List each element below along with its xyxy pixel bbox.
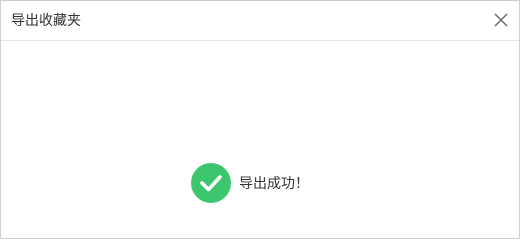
dialog-content: 导出成功！: [1, 41, 519, 238]
check-circle-icon: [191, 163, 231, 203]
close-icon: [494, 13, 508, 27]
dialog-titlebar: 导出收藏夹: [1, 1, 519, 41]
close-button[interactable]: [493, 12, 509, 28]
success-message: 导出成功！: [239, 176, 309, 192]
dialog-title: 导出收藏夹: [11, 13, 81, 29]
export-favorites-dialog: 导出收藏夹 导出成功！: [0, 0, 520, 239]
